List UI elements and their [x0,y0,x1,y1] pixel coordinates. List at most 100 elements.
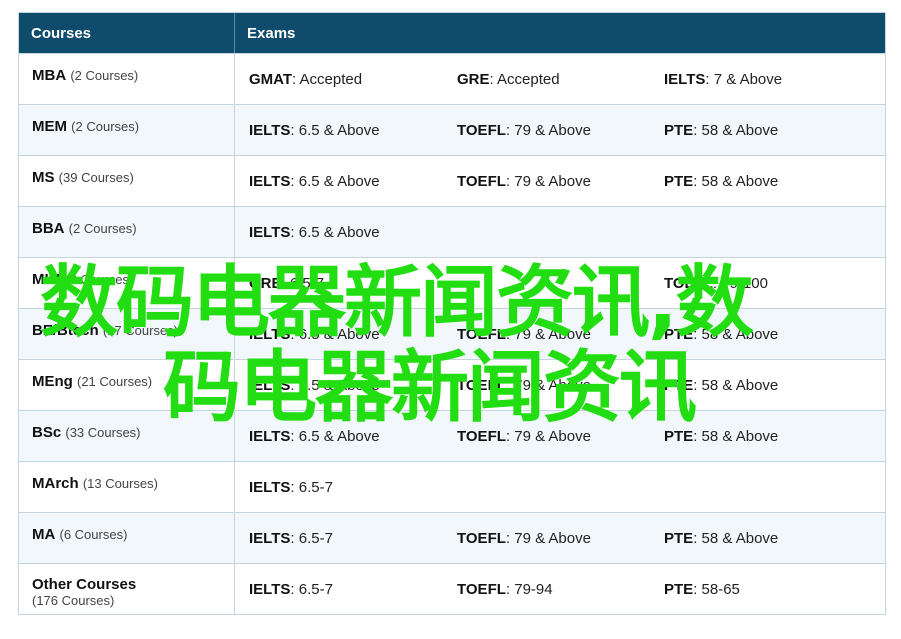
course-count: (21 Courses) [77,374,153,389]
course-name[interactable]: MArch [32,475,79,492]
exam-requirement: GRE: 6.5-7 [235,275,443,292]
exam-score: : 6.5 & Above [290,172,380,190]
exams-cell: IELTS: 6.5-7 TOEFL: 79 & Above PTE: 58 & A… [235,513,885,563]
exam-requirement: IELTS: 6.5 & Above [235,377,443,394]
exam-requirement: PTE: 58-65 [650,581,870,598]
exam-score: : 6.5 & Above [290,427,380,445]
exams-cell: IELTS: 6.5 & Above TOEFL: 79 & Above PTE: … [235,411,885,461]
table-row: BE/Btech (17 Courses) IELTS: 6.5 & Above T… [19,308,885,359]
exam-name: TOEFL [457,529,506,547]
exam-name: PTE [664,529,694,547]
exam-name: GMAT [249,70,293,88]
course-cell: BE/Btech (17 Courses) [19,309,235,359]
course-cell: MS (39 Courses) [19,156,235,206]
course-name[interactable]: BSc [32,424,61,441]
exam-name: GRE [457,70,490,88]
exam-requirement: GMAT: Accepted [235,71,443,88]
exam-name: PTE [664,427,694,445]
exam-requirement: IELTS: 6.5 & Above [235,326,443,343]
course-cell: BSc (33 Courses) [19,411,235,461]
exam-score: : 79 & Above [505,427,591,445]
exam-name: PTE [664,580,694,598]
exam-name: IELTS [249,580,291,598]
exam-score: : Accepted [489,70,560,88]
exam-requirement: PTE: 58 & Above [650,377,870,394]
exam-name: TOEFL [457,172,506,190]
exams-cell: IELTS: 6.5-7 [235,462,885,512]
exam-score: : 58-65 [693,580,740,598]
exam-requirement: IELTS: 6.5-7 [235,581,443,598]
exam-requirement: TOEFL: 79 & Above [443,173,650,190]
exams-cell: GMAT: Accepted GRE: Accepted IELTS: 7 & Ab… [235,54,885,104]
exam-score: : 79 & Above [505,325,591,343]
exam-name: GRE [249,274,282,292]
course-cell: Other Courses (176 Courses) [19,564,235,614]
exam-score: : 58 & Above [693,427,779,445]
exam-name: IELTS [664,70,706,88]
exam-score: : 58 & Above [693,172,779,190]
course-count: (33 Courses) [65,425,141,440]
exam-score: : Accepted [292,70,363,88]
exam-name: IELTS [249,172,291,190]
exam-name: IELTS [249,376,291,394]
course-name[interactable]: MEng [32,373,73,390]
course-cell: MEng (21 Courses) [19,360,235,410]
course-name[interactable]: MIM [32,271,61,288]
exam-name: PTE [664,376,694,394]
exams-cell: IELTS: 6.5 & Above [235,207,885,257]
exam-score: : 6.5 & Above [290,325,380,343]
exam-name: TOEFL [457,121,506,139]
table-row: MBA (2 Courses) GMAT: Accepted GRE: Accept… [19,53,885,104]
exam-score: : 6.5-7 [290,580,333,598]
course-cell: MIM (2 Courses) [19,258,235,308]
exam-requirement: IELTS: 6.5 & Above [235,224,443,241]
exam-name: IELTS [249,325,291,343]
course-cell: MEM (2 Courses) [19,105,235,155]
course-count: (17 Courses) [102,323,178,338]
course-name[interactable]: MS [32,169,55,186]
exam-requirement: TOEFL: 79-94 [443,581,650,598]
exam-name: PTE [664,172,694,190]
exam-score: : 58 & Above [693,529,779,547]
exam-requirement: PTE: 58 & Above [650,326,870,343]
exam-score: : 79 & Above [505,121,591,139]
table-row: MA (6 Courses) IELTS: 6.5-7 TOEFL: 79 & Ab… [19,512,885,563]
exam-requirement: IELTS: 7 & Above [650,71,870,88]
exam-name: TOEFL [664,274,713,292]
courses-column-header: Courses [19,13,235,53]
exams-cell: IELTS: 6.5 & Above TOEFL: 79 & Above PTE: … [235,105,885,155]
exams-column-header: Exams [247,24,296,42]
exam-score: : 79 & Above [505,172,591,190]
table-body: MBA (2 Courses) GMAT: Accepted GRE: Accept… [19,53,885,614]
exam-requirement: TOEFL: 79 & Above [443,377,650,394]
table-row: MS (39 Courses) IELTS: 6.5 & Above TOEFL: … [19,155,885,206]
exam-requirement: IELTS: 6.5 & Above [235,428,443,445]
course-name[interactable]: BBA [32,220,65,237]
table-row: BBA (2 Courses) IELTS: 6.5 & Above [19,206,885,257]
exam-requirement: PTE: 58 & Above [650,122,870,139]
exam-score: : 79-94 [505,580,553,598]
course-count: (176 Courses) [32,593,115,608]
exam-requirement: PTE: 58 & Above [650,173,870,190]
table-row: BSc (33 Courses) IELTS: 6.5 & Above TOEFL:… [19,410,885,461]
course-name[interactable]: Other Courses [32,576,136,593]
course-name[interactable]: MA [32,526,55,543]
course-name[interactable]: MBA [32,67,66,84]
course-name[interactable]: BE/Btech [32,322,99,339]
exam-score: : 6.5-7 [290,529,333,547]
exams-cell: IELTS: 6.5 & Above TOEFL: 79 & Above PTE: … [235,360,885,410]
table-row: MArch (13 Courses) IELTS: 6.5-7 [19,461,885,512]
exam-requirement: TOEFL: 79 & Above [443,326,650,343]
table-row: Other Courses (176 Courses) IELTS: 6.5-7 TO… [19,563,885,614]
course-name[interactable]: MEM [32,118,67,135]
exam-name: IELTS [249,529,291,547]
exam-name: PTE [664,121,694,139]
exam-requirement: TOEFL: 79 & Above [443,530,650,547]
exam-requirement: GRE: Accepted [443,71,650,88]
course-count: (2 Courses) [65,272,134,287]
exam-name: IELTS [249,478,291,496]
course-count: (6 Courses) [59,527,128,542]
exam-name: TOEFL [457,580,506,598]
course-count: (39 Courses) [58,170,134,185]
exam-name: TOEFL [457,427,506,445]
